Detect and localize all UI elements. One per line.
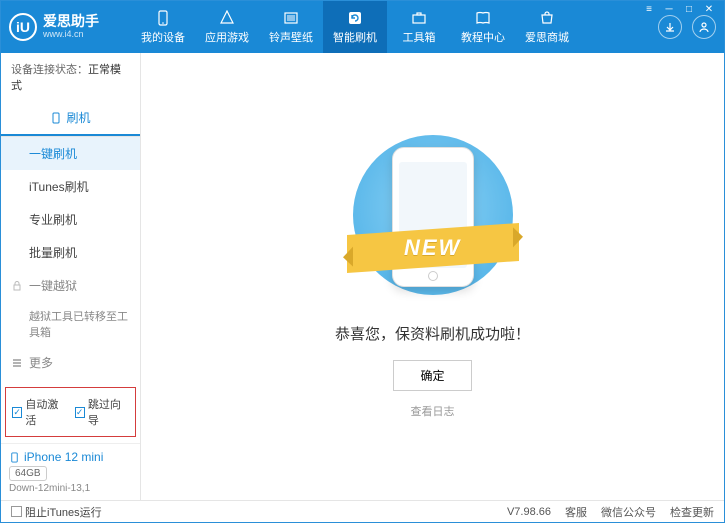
- apps-icon: [218, 9, 236, 27]
- ok-button[interactable]: 确定: [393, 360, 471, 391]
- check-label: 自动激活: [25, 396, 66, 428]
- support-link[interactable]: 客服: [565, 504, 587, 520]
- storage-badge: 64GB: [9, 466, 47, 481]
- sidebar-item-pro-flash[interactable]: 专业刷机: [1, 203, 140, 236]
- logo-icon: iU: [9, 13, 37, 41]
- nav-label: 应用游戏: [205, 29, 249, 45]
- nav-my-device[interactable]: 我的设备: [131, 1, 195, 53]
- options-row: ✓自动激活 ✓跳过向导: [5, 387, 136, 437]
- phone-icon: [154, 9, 172, 27]
- logo-area: iU 爱思助手 www.i4.cn: [9, 13, 131, 41]
- lock-icon: [11, 280, 23, 292]
- view-log-link[interactable]: 查看日志: [411, 403, 455, 419]
- connection-status: 设备连接状态：正常模式: [1, 53, 140, 101]
- menu-icon: [11, 357, 23, 369]
- sidebar-item-itunes-flash[interactable]: iTunes刷机: [1, 170, 140, 203]
- update-link[interactable]: 检查更新: [670, 504, 714, 520]
- sidebar-list: 一键刷机 iTunes刷机 专业刷机 批量刷机 一键越狱 越狱工具已转移至工具箱…: [1, 137, 140, 383]
- top-nav: 我的设备 应用游戏 铃声壁纸 智能刷机 工具箱 教程中心 爱思商城: [131, 1, 658, 53]
- wallpaper-icon: [282, 9, 300, 27]
- sidebar-item-batch-flash[interactable]: 批量刷机: [1, 236, 140, 269]
- nav-label: 爱思商城: [525, 29, 569, 45]
- checkbox-block-itunes[interactable]: ✓ 阻止iTunes运行: [11, 504, 102, 520]
- maximize-icon[interactable]: □: [682, 3, 696, 15]
- device-meta: Down-12mini-13,1: [9, 483, 132, 494]
- nav-ringtones[interactable]: 铃声壁纸: [259, 1, 323, 53]
- toolbox-icon: [410, 9, 428, 27]
- nav-toolbox[interactable]: 工具箱: [387, 1, 451, 53]
- phone-icon: [9, 452, 20, 463]
- ribbon-text: NEW: [404, 235, 461, 261]
- nav-tutorials[interactable]: 教程中心: [451, 1, 515, 53]
- nav-store[interactable]: 爱思商城: [515, 1, 579, 53]
- check-label: 跳过向导: [88, 396, 129, 428]
- checkbox-skip-guide[interactable]: ✓跳过向导: [75, 396, 130, 428]
- nav-flash[interactable]: 智能刷机: [323, 1, 387, 53]
- nav-label: 智能刷机: [333, 29, 377, 45]
- conn-prefix: 设备连接状态：: [11, 64, 88, 76]
- sidebar-item-other-tools[interactable]: 其他工具: [1, 379, 140, 383]
- nav-label: 工具箱: [403, 29, 436, 45]
- brand-url: www.i4.cn: [43, 30, 99, 40]
- window-controls: ≡ ─ □ ✕: [638, 1, 720, 17]
- success-illustration: NEW: [353, 135, 513, 305]
- group-label: 更多: [29, 354, 53, 371]
- group-label: 一键越狱: [29, 277, 77, 294]
- success-message: 恭喜您，保资料刷机成功啦！: [335, 323, 530, 344]
- sidebar: 设备连接状态：正常模式 刷机 一键刷机 iTunes刷机 专业刷机 批量刷机 一…: [1, 53, 141, 500]
- phone-icon: [50, 112, 62, 124]
- footer: ✓ 阻止iTunes运行 V7.98.66 客服 微信公众号 检查更新: [1, 500, 724, 522]
- book-icon: [474, 9, 492, 27]
- store-icon: [538, 9, 556, 27]
- jailbreak-note[interactable]: 越狱工具已转移至工具箱: [1, 302, 140, 346]
- device-name-text: iPhone 12 mini: [24, 450, 103, 464]
- check-icon: ✓: [75, 407, 85, 418]
- nav-label: 我的设备: [141, 29, 185, 45]
- flash-icon: [346, 9, 364, 27]
- close-icon[interactable]: ✕: [702, 3, 716, 15]
- brand-name: 爱思助手: [43, 14, 99, 29]
- checkbox-auto-activate[interactable]: ✓自动激活: [12, 396, 67, 428]
- check-label: 阻止iTunes运行: [25, 504, 102, 520]
- user-button[interactable]: [692, 15, 716, 39]
- tab-label: 刷机: [66, 109, 90, 126]
- tab-flash[interactable]: 刷机: [1, 101, 140, 136]
- checkbox-icon: ✓: [11, 506, 22, 517]
- nav-apps[interactable]: 应用游戏: [195, 1, 259, 53]
- device-info: iPhone 12 mini 64GB Down-12mini-13,1: [1, 443, 140, 500]
- menu-icon[interactable]: ≡: [642, 3, 656, 15]
- device-name[interactable]: iPhone 12 mini: [9, 450, 132, 464]
- main-content: NEW 恭喜您，保资料刷机成功啦！ 确定 查看日志: [141, 53, 724, 500]
- header: iU 爱思助手 www.i4.cn 我的设备 应用游戏 铃声壁纸 智能刷机 工具…: [1, 1, 724, 53]
- sidebar-group-jailbreak[interactable]: 一键越狱: [1, 269, 140, 302]
- wechat-link[interactable]: 微信公众号: [601, 504, 656, 520]
- sidebar-group-more[interactable]: 更多: [1, 346, 140, 379]
- download-button[interactable]: [658, 15, 682, 39]
- nav-label: 铃声壁纸: [269, 29, 313, 45]
- version-text: V7.98.66: [507, 506, 551, 518]
- nav-label: 教程中心: [461, 29, 505, 45]
- header-actions: [658, 15, 716, 39]
- minimize-icon[interactable]: ─: [662, 3, 676, 15]
- sidebar-item-oneclick-flash[interactable]: 一键刷机: [1, 137, 140, 170]
- check-icon: ✓: [12, 407, 22, 418]
